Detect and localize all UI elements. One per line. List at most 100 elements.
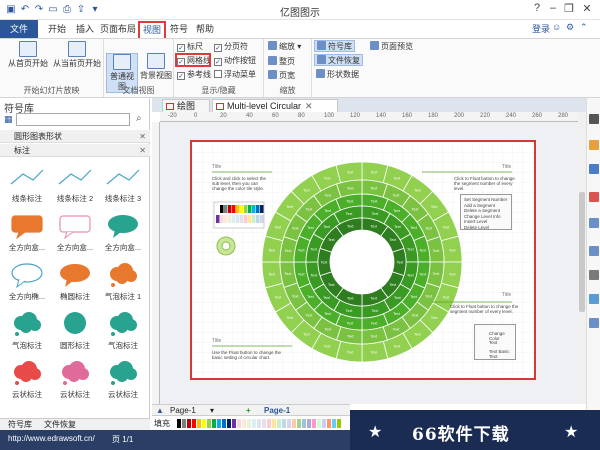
color-swatch[interactable] xyxy=(182,419,186,428)
color-cell[interactable] xyxy=(232,215,236,223)
shape-item[interactable]: 全方向盒... xyxy=(100,213,146,253)
scroll-thumb[interactable] xyxy=(579,192,585,312)
shape-item[interactable]: 全方向盒... xyxy=(4,213,50,253)
color-swatch[interactable] xyxy=(302,419,306,428)
color-swatch[interactable] xyxy=(262,419,266,428)
color-cell[interactable] xyxy=(228,215,232,223)
color-cell[interactable] xyxy=(216,215,220,223)
search-icon[interactable]: ⌕ xyxy=(136,113,142,124)
help-icon[interactable]: ? xyxy=(530,2,544,14)
color-swatch[interactable] xyxy=(332,419,336,428)
page-width-button[interactable]: 页宽 xyxy=(268,70,295,82)
color-swatch[interactable] xyxy=(177,419,181,428)
color-swatch[interactable] xyxy=(217,419,221,428)
color-swatch[interactable] xyxy=(307,419,311,428)
vertical-scrollbar[interactable] xyxy=(578,112,586,404)
color-cell[interactable] xyxy=(252,215,256,223)
close-button[interactable]: ✕ xyxy=(580,2,594,15)
page-break-checkbox[interactable]: ✓ 分页符 xyxy=(214,41,248,52)
color-cell[interactable] xyxy=(224,215,228,223)
color-swatch[interactable] xyxy=(242,419,246,428)
color-swatch[interactable] xyxy=(267,419,271,428)
shape-data-toggle[interactable]: 形状数据 xyxy=(316,69,359,81)
shape-item[interactable]: 云状标注 xyxy=(52,360,98,400)
color-swatch[interactable] xyxy=(232,419,236,428)
hyperlink-icon[interactable] xyxy=(589,246,599,256)
color-swatch[interactable] xyxy=(197,419,201,428)
close-icon[interactable]: ✕ xyxy=(139,130,146,143)
guides-checkbox[interactable]: ✓ 参考线 xyxy=(177,69,211,80)
color-swatch[interactable] xyxy=(337,419,341,428)
library-menu-icon[interactable]: ▦ xyxy=(4,114,13,125)
background-view-button[interactable]: 背景视图 xyxy=(140,53,172,81)
color-swatch[interactable] xyxy=(192,419,196,428)
color-cell[interactable] xyxy=(244,205,248,213)
color-cell[interactable] xyxy=(216,205,220,213)
color-swatch[interactable] xyxy=(207,419,211,428)
color-cell[interactable] xyxy=(228,205,232,213)
comment-icon[interactable] xyxy=(589,318,599,328)
ruler-checkbox[interactable]: ✓ 标尺 xyxy=(177,41,203,52)
color-swatch[interactable] xyxy=(222,419,226,428)
close-icon[interactable]: ✕ xyxy=(305,101,313,111)
color-swatch[interactable] xyxy=(212,419,216,428)
website-link[interactable]: http://www.edrawsoft.cn/ xyxy=(8,434,95,443)
settings-icon[interactable]: ⚙ xyxy=(566,22,574,33)
color-cell[interactable] xyxy=(248,205,252,213)
doc-tab-drawing1[interactable]: 绘图1✕ xyxy=(162,99,210,124)
tab-page-layout[interactable]: 页面布局 xyxy=(100,20,136,38)
section-circle-chart[interactable]: 圆形图表形状 ✕ xyxy=(0,130,150,143)
color-swatch[interactable] xyxy=(317,419,321,428)
color-cell[interactable] xyxy=(260,215,264,223)
login-link[interactable]: 登录 xyxy=(532,22,550,35)
color-swatch[interactable] xyxy=(227,419,231,428)
from-current-button[interactable]: 从当前页开始 xyxy=(52,41,102,69)
color-cell[interactable] xyxy=(260,205,264,213)
color-swatch[interactable] xyxy=(247,419,251,428)
shape-item[interactable]: 椭圆标注 xyxy=(52,262,98,302)
color-swatch[interactable] xyxy=(312,419,316,428)
page-preview-toggle[interactable]: 页面预览 xyxy=(370,41,413,53)
color-swatch[interactable] xyxy=(172,419,176,428)
color-swatch[interactable] xyxy=(187,419,191,428)
image-icon[interactable] xyxy=(589,192,599,202)
fill-icon[interactable] xyxy=(589,114,599,124)
color-swatch[interactable] xyxy=(277,419,281,428)
tab-file[interactable]: 文件 xyxy=(0,20,38,38)
shadow-icon[interactable] xyxy=(589,164,599,174)
color-swatch[interactable] xyxy=(297,419,301,428)
color-swatch[interactable] xyxy=(322,419,326,428)
circular-diagram[interactable]: Text Text Text Text Text Text Text Text Text Text… xyxy=(261,161,463,363)
shape-item[interactable]: 线条标注 2 xyxy=(52,164,98,204)
shape-item[interactable]: 气泡标注 xyxy=(100,311,146,351)
shape-item[interactable]: 云状标注 xyxy=(100,360,146,400)
shape-item[interactable]: 线条标注 xyxy=(4,164,50,204)
color-cell[interactable] xyxy=(256,215,260,223)
color-swatch[interactable] xyxy=(237,419,241,428)
color-cell[interactable] xyxy=(236,215,240,223)
tab-start[interactable]: 开始 xyxy=(44,20,70,38)
action-button-checkbox[interactable]: ✓ 动作按钮 xyxy=(214,55,256,66)
color-swatch[interactable] xyxy=(292,419,296,428)
shape-item[interactable]: 云状标注 xyxy=(4,360,50,400)
minimize-button[interactable]: – xyxy=(546,2,560,14)
tab-symbol[interactable]: 符号 xyxy=(168,20,190,38)
tab-view[interactable]: 视图 xyxy=(138,21,166,38)
color-cell[interactable] xyxy=(240,205,244,213)
color-cell[interactable] xyxy=(220,205,224,213)
color-swatch[interactable] xyxy=(252,419,256,428)
shape-item[interactable]: 全方向椭... xyxy=(4,262,50,302)
skin-icon[interactable]: ☺ xyxy=(552,22,561,32)
symbol-lib-toggle[interactable]: 符号库 xyxy=(314,40,355,52)
color-swatch[interactable] xyxy=(272,419,276,428)
color-swatch[interactable] xyxy=(287,419,291,428)
shape-item[interactable]: 气泡标注 xyxy=(4,311,50,351)
section-callout[interactable]: 标注 ✕ xyxy=(0,144,150,157)
color-cell[interactable] xyxy=(236,205,240,213)
from-start-button[interactable]: 从首页开始 xyxy=(6,41,50,69)
color-swatch[interactable] xyxy=(202,419,206,428)
shape-item[interactable]: 气泡标注 1 xyxy=(100,262,146,302)
layer-icon[interactable] xyxy=(589,218,599,228)
color-cell[interactable] xyxy=(248,215,252,223)
ribbon-collapse-icon[interactable]: ⌃ xyxy=(580,22,588,33)
